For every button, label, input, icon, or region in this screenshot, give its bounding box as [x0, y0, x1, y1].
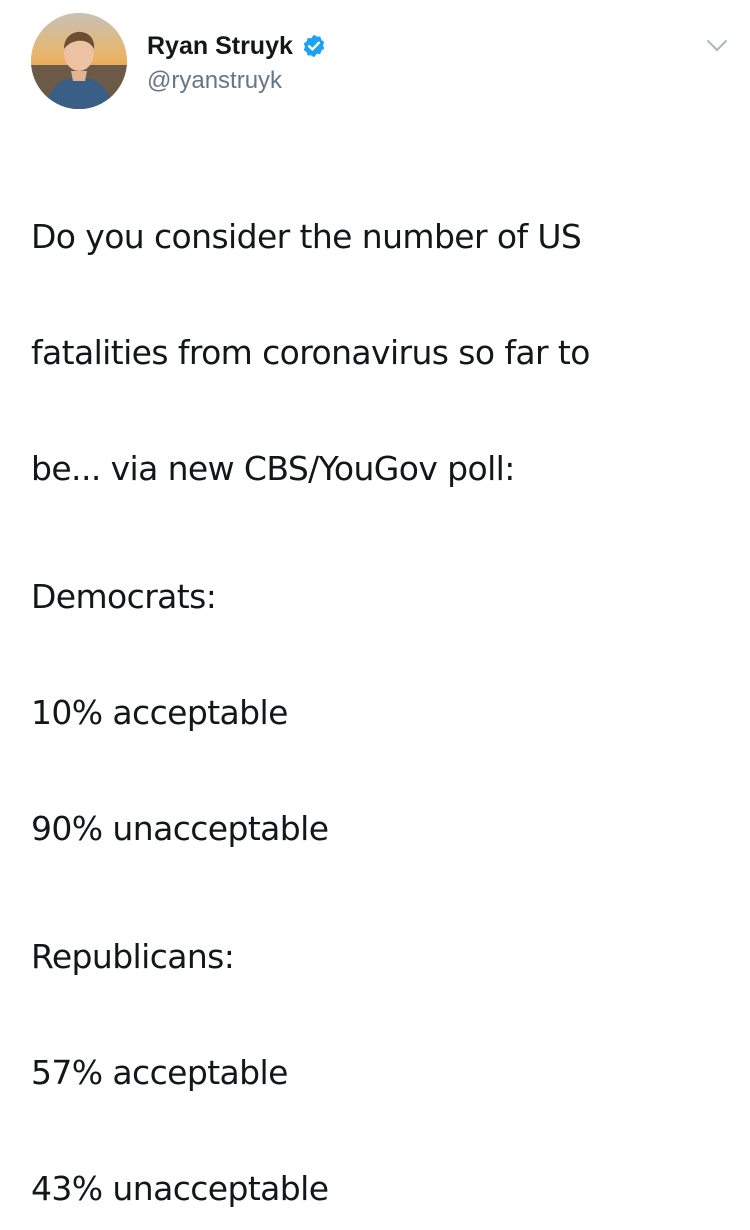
tweet-paragraph-republicans: Republicans: 57% acceptable 43% unaccept… — [31, 870, 721, 1218]
author-handle[interactable]: @ryanstruyk — [147, 67, 282, 95]
verified-badge-icon — [301, 33, 327, 59]
tweet-line: 57% acceptable — [31, 1053, 288, 1092]
tweet-line: Democrats: — [31, 577, 217, 616]
tweet-line: be... via new CBS/YouGov poll: — [31, 449, 515, 488]
tweet-paragraph-question: Do you consider the number of US fatalit… — [31, 150, 721, 498]
tweet-line: 43% unacceptable — [31, 1169, 329, 1208]
tweet-line: fatalities from coronavirus so far to — [31, 333, 590, 372]
tweet-line: Do you consider the number of US — [31, 217, 582, 256]
avatar-image — [31, 13, 127, 109]
author-display-name[interactable]: Ryan Struyk — [147, 31, 293, 61]
tweet-header: Ryan Struyk @ryanstruyk — [31, 13, 731, 113]
chevron-down-icon[interactable] — [703, 31, 731, 59]
tweet-line: 10% acceptable — [31, 693, 288, 732]
tweet-paragraph-democrats: Democrats: 10% acceptable 90% unacceptab… — [31, 510, 721, 858]
tweet-line: 90% unacceptable — [31, 809, 329, 848]
tweet-text: Do you consider the number of US fatalit… — [31, 150, 721, 1230]
author-name-row: Ryan Struyk — [147, 31, 327, 61]
tweet-line: Republicans: — [31, 937, 235, 976]
avatar[interactable] — [31, 13, 127, 109]
